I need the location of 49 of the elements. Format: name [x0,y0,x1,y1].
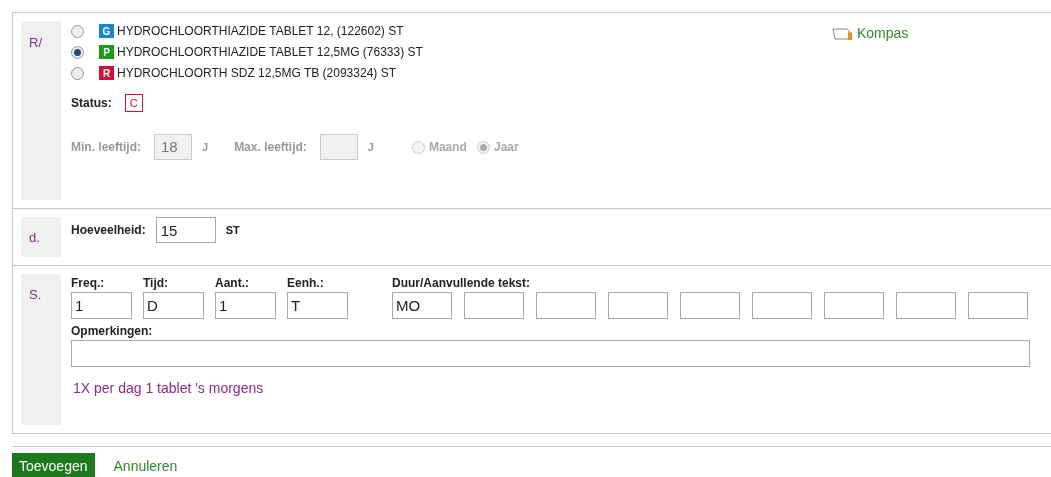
duration-field[interactable] [896,292,956,319]
product-name: HYDROCHLOORTHIAZIDE TABLET 12, (122602) ST [117,23,404,40]
field-label: Aant.: [215,275,250,292]
field-label: Opmerkingen: [71,323,154,340]
radio-button[interactable] [71,24,84,38]
product-badge: P [99,45,114,59]
duration-field[interactable] [824,292,884,319]
field-label: Duur/Aanvullende tekst: [392,275,532,292]
quantity-field[interactable]: 15 [155,217,216,243]
radio-label: Maand [428,139,467,156]
kompas-link[interactable]: Kompas [832,23,909,44]
field-label: Min. leeftijd: [71,139,141,156]
status-label: Status: [71,95,112,112]
status-code: C [124,94,143,112]
dosage-field[interactable]: T [287,292,348,319]
add-button[interactable]: Toevoegen [12,453,95,477]
field-label: Freq.: [71,275,106,292]
radio-button[interactable] [71,66,84,80]
duration-field[interactable] [536,292,596,319]
dosage-field[interactable]: 1 [215,292,276,319]
duration-field[interactable]: MO [392,292,452,319]
folder-icon [832,26,854,41]
duration-field[interactable] [464,292,524,319]
product-name: HYDROCHLOORTHIAZIDE TABLET 12,5MG (76333) ST [117,44,423,61]
field-label: Max. leeftijd: [234,139,307,156]
field-label: Eenh.: [287,275,325,292]
dosage-field[interactable]: 1 [71,292,132,319]
section-marker: S. [29,287,42,302]
duration-field[interactable] [608,292,668,319]
field-label: Tijd: [143,275,170,292]
cancel-link[interactable]: Annuleren [113,455,178,477]
duration-field[interactable] [752,292,812,319]
unit-label: J [367,139,374,155]
remarks-field[interactable] [71,340,1030,367]
duration-field[interactable] [968,292,1028,319]
product-name: HYDROCHLOORTH SDZ 12,5MG TB (2093324) ST [117,65,396,82]
product-badge: G [99,24,114,38]
radio-button[interactable] [71,45,84,59]
max-age-field[interactable] [319,134,358,160]
dosage-field[interactable]: D [143,292,204,319]
dosage-summary: 1X per dag 1 tablet 's morgens [73,379,265,398]
duration-field[interactable] [680,292,740,319]
product-badge: R [99,66,114,80]
section-marker: d. [29,230,40,245]
unit-label: J [202,139,209,155]
field-label: Hoeveelheid: [71,222,146,239]
radio-label: Jaar [493,139,519,156]
section-marker: R/ [29,35,42,50]
unit-label: ST [225,222,240,238]
